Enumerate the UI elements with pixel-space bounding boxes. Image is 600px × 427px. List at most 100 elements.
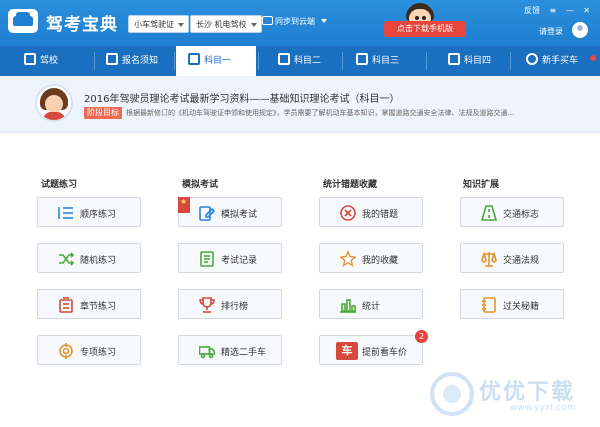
statistics-button[interactable]: 统计 bbox=[319, 289, 423, 319]
button-label: 提前看车价 bbox=[362, 348, 408, 358]
button-label: 精选二手车 bbox=[221, 348, 267, 358]
star-icon bbox=[178, 197, 190, 213]
chevron-down-icon bbox=[250, 23, 257, 27]
road-sign-icon bbox=[481, 205, 497, 221]
car-price-icon: 车 bbox=[336, 342, 358, 360]
button-label: 我的错题 bbox=[362, 210, 399, 220]
tips-button[interactable]: 过关秘籍 bbox=[460, 289, 564, 319]
list-icon bbox=[58, 207, 73, 219]
notebook-icon bbox=[482, 297, 496, 313]
tab-label: 新手买车 bbox=[542, 56, 579, 66]
app-logo bbox=[8, 9, 38, 33]
chevron-down-icon bbox=[320, 19, 327, 23]
tab-subject-four[interactable]: 科目四 bbox=[448, 46, 491, 76]
scales-icon bbox=[481, 251, 497, 267]
exam-edit-icon bbox=[199, 206, 215, 221]
edit-icon bbox=[188, 53, 200, 65]
avatar[interactable] bbox=[572, 22, 588, 38]
download-app-button[interactable]: 点击下载手机版 bbox=[384, 21, 466, 37]
star-icon bbox=[340, 251, 356, 267]
section-title-mock-exam: 模拟考试 bbox=[182, 180, 219, 190]
steering-wheel-icon bbox=[526, 53, 538, 65]
button-label: 交通标志 bbox=[503, 210, 540, 220]
record-icon bbox=[200, 251, 214, 267]
car-icon bbox=[356, 53, 368, 65]
section-title-stats: 统计错题收藏 bbox=[323, 180, 378, 190]
school-select-value: 长沙 机电驾校 bbox=[196, 20, 247, 29]
tab-label: 科目二 bbox=[294, 56, 322, 66]
cloud-sync-icon bbox=[262, 16, 273, 25]
tab-label: 报名须知 bbox=[122, 56, 159, 66]
traffic-signs-button[interactable]: 交通标志 bbox=[460, 197, 564, 227]
cone-icon bbox=[278, 53, 290, 65]
login-link[interactable]: 请登录 bbox=[539, 26, 563, 37]
truck-icon bbox=[199, 346, 215, 359]
book-icon bbox=[448, 53, 460, 65]
sequential-practice-button[interactable]: 顺序练习 bbox=[37, 197, 141, 227]
watermark-url: www.yyxt.com bbox=[510, 403, 576, 413]
target-icon bbox=[59, 343, 73, 359]
sync-label: 同步到云端 bbox=[275, 17, 315, 26]
button-label: 统计 bbox=[362, 302, 381, 312]
section-title-knowledge: 知识扩展 bbox=[463, 180, 500, 190]
document-icon bbox=[106, 53, 118, 65]
button-label: 排行榜 bbox=[221, 302, 249, 312]
tab-subject-one[interactable]: 科目一 bbox=[176, 46, 256, 76]
wrong-icon bbox=[340, 205, 356, 221]
shuffle-icon bbox=[59, 252, 74, 266]
tab-registration[interactable]: 报名须知 bbox=[106, 46, 158, 76]
license-select[interactable]: 小车驾驶证 bbox=[128, 15, 189, 33]
tab-buy-car[interactable]: 新手买车 bbox=[526, 46, 578, 76]
minimize-icon[interactable]: — bbox=[566, 6, 574, 15]
menu-icon[interactable]: ≡ bbox=[550, 6, 557, 15]
tab-label: 科目四 bbox=[464, 56, 492, 66]
my-mistakes-button[interactable]: 我的错题 bbox=[319, 197, 423, 227]
button-label: 考试记录 bbox=[221, 256, 258, 266]
button-label: 过关秘籍 bbox=[503, 302, 540, 312]
title-bar: 驾考宝典 小车驾驶证 长沙 机电驾校 同步到云端 点击下载手机版 反馈 ≡ — … bbox=[0, 0, 600, 46]
tab-subject-two[interactable]: 科目二 bbox=[278, 46, 321, 76]
tab-driving-school[interactable]: 驾校 bbox=[24, 46, 58, 76]
car-price-button[interactable]: 车 提前看车价 2 bbox=[319, 330, 428, 365]
random-practice-button[interactable]: 随机练习 bbox=[37, 243, 141, 273]
tab-label: 科目一 bbox=[204, 56, 232, 66]
sync-button[interactable]: 同步到云端 bbox=[262, 16, 327, 27]
button-label: 模拟考试 bbox=[221, 210, 258, 220]
stage-goal-badge: 阶段目标 bbox=[84, 107, 122, 119]
button-label: 顺序练习 bbox=[80, 210, 117, 220]
leaderboard-button[interactable]: 排行榜 bbox=[178, 289, 282, 319]
school-select[interactable]: 长沙 机电驾校 bbox=[190, 15, 262, 33]
window-controls: 反馈 ≡ — ✕ bbox=[517, 5, 590, 16]
watermark-text: 优优下载 bbox=[479, 380, 576, 405]
special-practice-button[interactable]: 专项练习 bbox=[37, 335, 141, 365]
banner-title: 2016年驾驶员理论考试最新学习资料——基础知识理论考试（科目一） bbox=[84, 94, 400, 105]
notification-dot bbox=[590, 55, 596, 61]
app-title: 驾考宝典 bbox=[46, 15, 118, 35]
tab-label: 驾校 bbox=[40, 56, 59, 66]
chapter-icon bbox=[59, 297, 73, 313]
notification-badge: 2 bbox=[415, 330, 428, 343]
chapter-practice-button[interactable]: 章节练习 bbox=[37, 289, 141, 319]
tab-label: 科目三 bbox=[372, 56, 400, 66]
banner-description: 根据最新修订的《机动车驾驶证申领和使用规定》，学员需要了解机动车基本知识，掌握道… bbox=[126, 109, 515, 117]
close-icon[interactable]: ✕ bbox=[583, 6, 590, 15]
home-icon bbox=[24, 53, 36, 65]
teacher-avatar bbox=[35, 84, 73, 122]
tab-subject-three[interactable]: 科目三 bbox=[356, 46, 399, 76]
section-title-practice: 试题练习 bbox=[41, 180, 78, 190]
trophy-icon bbox=[199, 297, 215, 313]
button-label: 章节练习 bbox=[80, 302, 117, 312]
license-select-value: 小车驾驶证 bbox=[134, 20, 174, 29]
button-label: 我的收藏 bbox=[362, 256, 399, 266]
watermark-logo bbox=[430, 372, 474, 416]
button-label: 交通法规 bbox=[503, 256, 540, 266]
used-car-button[interactable]: 精选二手车 bbox=[178, 335, 282, 365]
my-favorites-button[interactable]: 我的收藏 bbox=[319, 243, 423, 273]
feedback-link[interactable]: 反馈 bbox=[524, 6, 540, 15]
traffic-laws-button[interactable]: 交通法规 bbox=[460, 243, 564, 273]
mock-exam-button[interactable]: 模拟考试 bbox=[178, 197, 282, 227]
button-label: 随机练习 bbox=[80, 256, 117, 266]
exam-record-button[interactable]: 考试记录 bbox=[178, 243, 282, 273]
main-nav: 驾校 报名须知 科目一 科目二 科目三 科目四 新手买车 bbox=[0, 46, 600, 76]
chevron-down-icon bbox=[178, 23, 184, 27]
